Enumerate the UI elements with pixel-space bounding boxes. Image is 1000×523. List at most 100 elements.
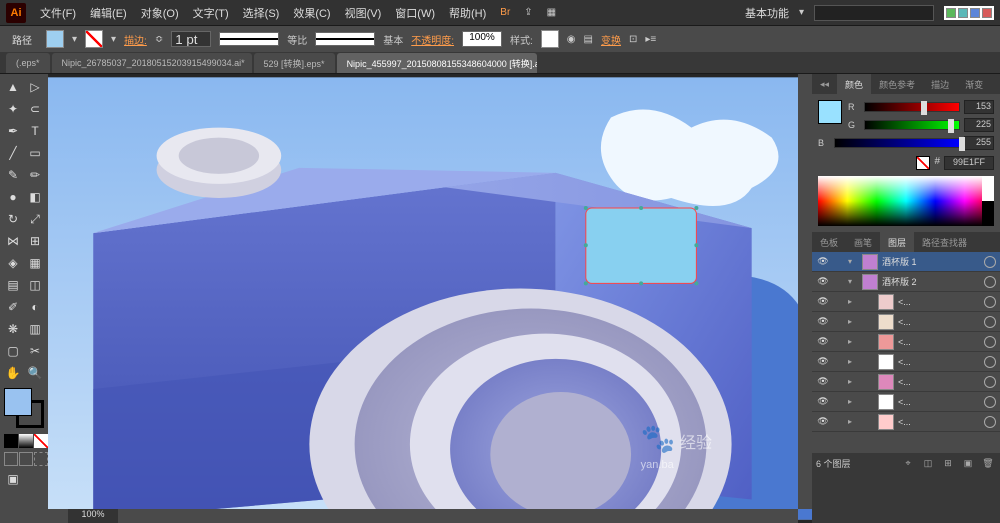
expand-icon[interactable]: ▸ — [848, 337, 858, 346]
layer-row[interactable]: 👁▸<... — [812, 372, 1000, 392]
target-icon[interactable] — [984, 376, 996, 388]
tab-color-guide[interactable]: 颜色参考 — [871, 74, 923, 94]
symbol-sprayer-tool[interactable]: ❋ — [2, 318, 24, 340]
tab-color[interactable]: 颜色 — [837, 74, 871, 94]
zoom-tool[interactable]: 🔍 — [24, 362, 46, 384]
paintbrush-tool[interactable]: ✎ — [2, 164, 24, 186]
g-value[interactable]: 225 — [964, 118, 994, 132]
visibility-toggle-icon[interactable]: 👁 — [816, 355, 830, 369]
tab-gradient[interactable]: 渐变 — [957, 74, 991, 94]
vertical-scrollbar[interactable] — [798, 74, 812, 509]
pencil-tool[interactable]: ✏ — [24, 164, 46, 186]
stepper-icon[interactable]: ≎ — [155, 34, 163, 45]
layer-row[interactable]: 👁▸<... — [812, 352, 1000, 372]
menu-effect[interactable]: 效果(C) — [293, 5, 330, 21]
dropdown-icon[interactable]: ▾ — [72, 34, 77, 45]
stroke-width-input[interactable] — [171, 31, 211, 47]
align-icon[interactable]: ▤ — [584, 34, 593, 45]
visibility-toggle-icon[interactable]: 👁 — [816, 255, 830, 269]
tab-stroke[interactable]: 描边 — [923, 74, 957, 94]
expand-icon[interactable]: ▸ — [848, 297, 858, 306]
draw-behind-icon[interactable] — [19, 452, 33, 466]
delete-layer-icon[interactable]: 🗑 — [980, 455, 996, 471]
scale-tool[interactable]: ⤢ — [24, 208, 46, 230]
menu-edit[interactable]: 编辑(E) — [90, 5, 127, 21]
share-icon[interactable]: ⇪ — [524, 7, 532, 18]
b-value[interactable]: 255 — [964, 136, 994, 150]
pen-tool[interactable]: ✒ — [2, 120, 24, 142]
visibility-toggle-icon[interactable]: 👁 — [816, 335, 830, 349]
r-value[interactable]: 153 — [964, 100, 994, 114]
color-mode-icon[interactable] — [4, 434, 18, 448]
grid-icon[interactable]: ▦ — [547, 7, 556, 18]
visibility-toggle-icon[interactable]: 👁 — [816, 395, 830, 409]
stroke-swatch[interactable] — [85, 30, 103, 48]
visibility-toggle-icon[interactable]: 👁 — [816, 315, 830, 329]
doc-tab[interactable]: 529 [转换].eps* — [254, 53, 335, 73]
collapsed-panel[interactable] — [812, 473, 1000, 523]
menu-help[interactable]: 帮助(H) — [449, 5, 486, 21]
expand-icon[interactable]: ▸ — [848, 317, 858, 326]
layer-name[interactable]: <... — [898, 417, 980, 427]
blend-tool[interactable]: ◐ — [24, 296, 46, 318]
opacity-input[interactable]: 100% — [462, 31, 502, 47]
visibility-toggle-icon[interactable]: 👁 — [816, 295, 830, 309]
layer-row[interactable]: 👁▸<... — [812, 412, 1000, 432]
screen-mode-icon[interactable]: ▣ — [2, 468, 24, 490]
tab-layers[interactable]: 图层 — [880, 232, 914, 252]
target-icon[interactable] — [984, 276, 996, 288]
layer-name[interactable]: <... — [898, 317, 980, 327]
menu-object[interactable]: 对象(O) — [141, 5, 179, 21]
visibility-toggle-icon[interactable]: 👁 — [816, 375, 830, 389]
draw-normal-icon[interactable] — [4, 452, 18, 466]
gradient-tool[interactable]: ◫ — [24, 274, 46, 296]
isolate-icon[interactable]: ⊡ — [629, 34, 637, 45]
magic-wand-tool[interactable]: ✦ — [2, 98, 24, 120]
expand-icon[interactable]: ▸ — [848, 377, 858, 386]
new-sublayer-icon[interactable]: ⊞ — [940, 455, 956, 471]
menu-view[interactable]: 视图(V) — [345, 5, 382, 21]
layer-row[interactable]: 👁▸<... — [812, 332, 1000, 352]
slice-tool[interactable]: ✂ — [24, 340, 46, 362]
tab-swatches[interactable]: 色板 — [812, 232, 846, 252]
expand-icon[interactable]: ▸ — [848, 417, 858, 426]
blob-brush-tool[interactable]: ● — [2, 186, 24, 208]
layer-row[interactable]: 👁▸<... — [812, 292, 1000, 312]
doc-tab[interactable]: (.eps* — [6, 53, 50, 73]
type-tool[interactable]: T — [24, 120, 46, 142]
target-icon[interactable] — [984, 316, 996, 328]
draw-inside-icon[interactable] — [34, 452, 48, 466]
layer-name[interactable]: <... — [898, 357, 980, 367]
fill-color-icon[interactable] — [4, 388, 32, 416]
menu-window[interactable]: 窗口(W) — [395, 5, 435, 21]
new-layer-icon[interactable]: ▣ — [960, 455, 976, 471]
fill-swatch[interactable] — [46, 30, 64, 48]
target-icon[interactable] — [984, 336, 996, 348]
zoom-level[interactable]: 100% — [68, 509, 118, 523]
brush-preview[interactable] — [315, 32, 375, 46]
panel-collapse-icon[interactable]: ◂◂ — [812, 74, 837, 94]
expand-icon[interactable]: ▾ — [848, 277, 858, 286]
make-clipping-mask-icon[interactable]: ◫ — [920, 455, 936, 471]
hand-tool[interactable]: ✋ — [2, 362, 24, 384]
style-swatch[interactable] — [541, 30, 559, 48]
target-icon[interactable] — [984, 416, 996, 428]
b-slider[interactable] — [834, 138, 960, 148]
tab-brushes[interactable]: 画笔 — [846, 232, 880, 252]
workspace-switcher[interactable]: 基本功能 — [745, 5, 789, 21]
doc-tab-active[interactable]: Nipic_455997_20150808155348604000 [转换].a… — [337, 53, 537, 73]
dropdown-icon[interactable]: ▾ — [799, 7, 804, 18]
fill-stroke-control[interactable] — [4, 388, 44, 428]
eyedropper-tool[interactable]: ✐ — [2, 296, 24, 318]
lasso-tool[interactable]: ⊂ — [24, 98, 46, 120]
selection-tool[interactable]: ▲ — [2, 76, 24, 98]
arrange-documents[interactable] — [944, 6, 994, 20]
gradient-mode-icon[interactable] — [19, 434, 33, 448]
color-spectrum[interactable] — [818, 176, 994, 226]
target-icon[interactable] — [984, 256, 996, 268]
line-tool[interactable]: ╱ — [2, 142, 24, 164]
target-icon[interactable] — [984, 396, 996, 408]
g-slider[interactable] — [864, 120, 960, 130]
rotate-tool[interactable]: ↻ — [2, 208, 24, 230]
none-mode-icon[interactable] — [34, 434, 48, 448]
